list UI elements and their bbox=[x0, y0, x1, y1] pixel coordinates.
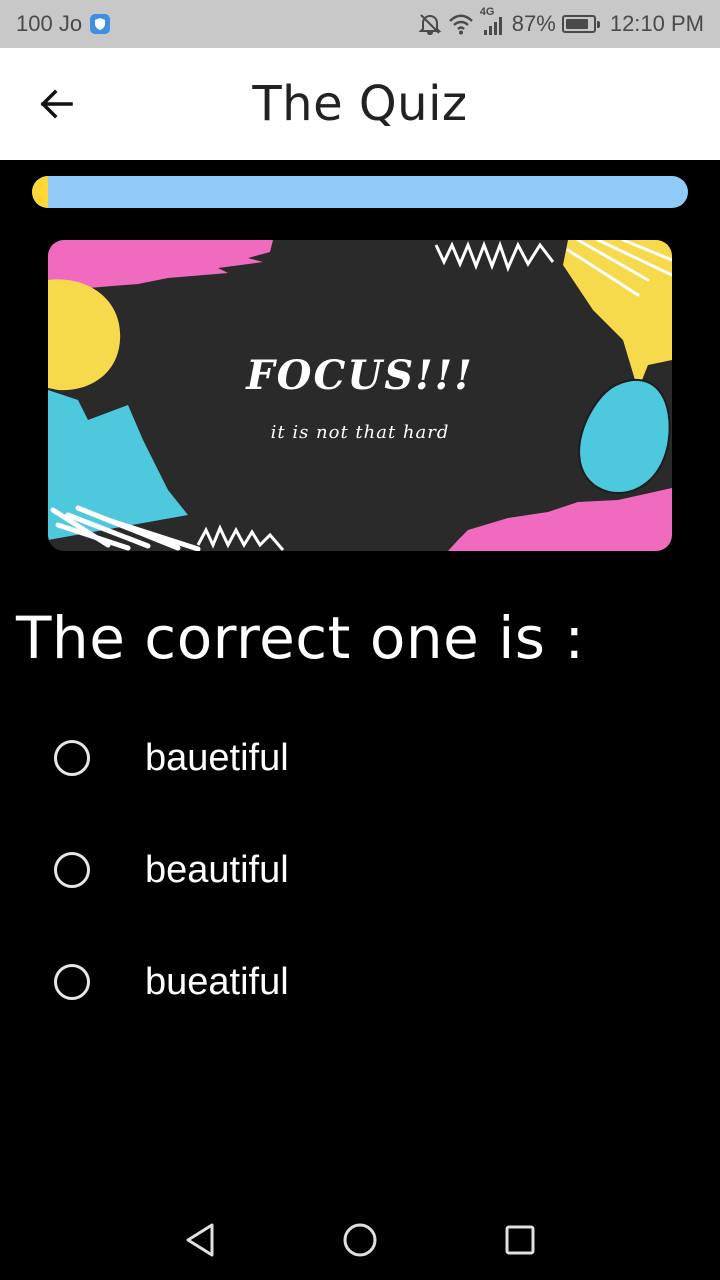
nav-back-button[interactable] bbox=[180, 1220, 220, 1260]
status-right: 4G 87% 12:10 PM bbox=[418, 6, 704, 37]
back-triangle-icon bbox=[186, 1223, 214, 1257]
radio-button[interactable] bbox=[54, 852, 90, 888]
status-bar: 100 Jo 4G 87% 12:10 PM bbox=[0, 0, 720, 48]
question-text: The correct one is : bbox=[16, 604, 585, 672]
option-label: beautiful bbox=[145, 848, 289, 891]
battery-icon bbox=[561, 15, 600, 33]
mute-icon bbox=[418, 13, 442, 35]
option-label: bauetiful bbox=[145, 736, 289, 779]
progress-fill bbox=[32, 176, 49, 208]
option-label: bueatiful bbox=[145, 960, 289, 1003]
status-left: 100 Jo bbox=[16, 11, 111, 37]
recents-square-icon bbox=[505, 1225, 535, 1255]
banner-title: FOCUS!!! bbox=[246, 352, 474, 399]
radio-button[interactable] bbox=[54, 740, 90, 776]
wifi-icon bbox=[448, 13, 474, 35]
radio-button[interactable] bbox=[54, 964, 90, 1000]
option-3[interactable]: bueatiful bbox=[40, 942, 680, 1022]
progress-bar bbox=[32, 176, 688, 208]
option-1[interactable]: bauetiful bbox=[40, 718, 680, 798]
battery-fill bbox=[565, 19, 588, 29]
clock: 12:10 PM bbox=[609, 11, 704, 36]
signal-icon: 4G bbox=[480, 6, 506, 36]
home-circle-icon bbox=[343, 1223, 377, 1257]
carrier-text: 100 Jo bbox=[16, 11, 83, 36]
option-2[interactable]: beautiful bbox=[40, 830, 680, 910]
app-bar: The Quiz bbox=[0, 48, 720, 160]
nav-home-button[interactable] bbox=[340, 1220, 380, 1260]
battery-percent: 87% bbox=[511, 11, 556, 36]
page-title: The Quiz bbox=[252, 76, 468, 132]
system-nav-bar bbox=[0, 1200, 720, 1280]
shield-icon bbox=[90, 14, 111, 34]
banner-subtitle: it is not that hard bbox=[270, 422, 450, 443]
focus-banner-image: FOCUS!!! it is not that hard bbox=[48, 240, 672, 551]
nav-recents-button[interactable] bbox=[500, 1220, 540, 1260]
